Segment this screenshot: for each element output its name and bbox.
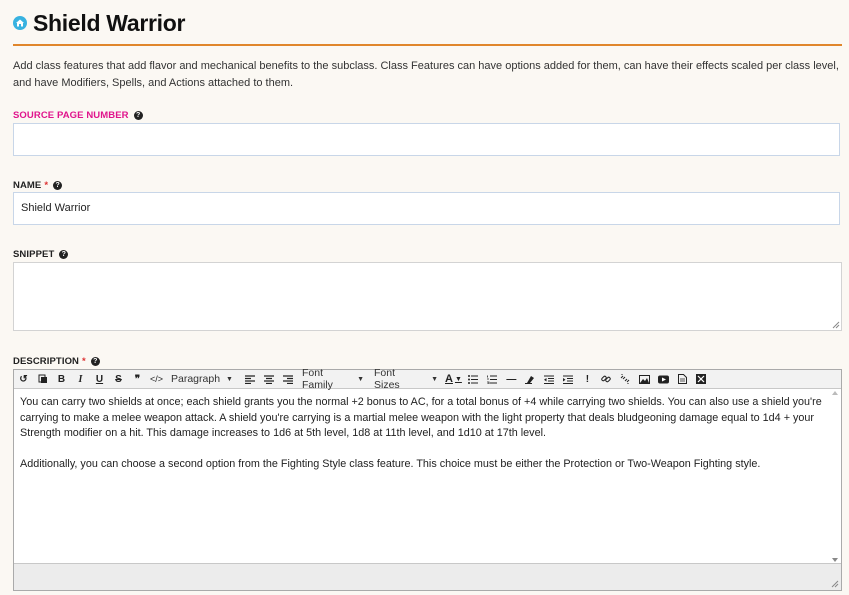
description-editor: ↺ B I U S ❞ </> Paragraph ▼ Font Family … [13, 367, 842, 591]
name-label-text: NAME [13, 180, 42, 191]
name-input[interactable]: Shield Warrior [13, 192, 840, 225]
help-icon[interactable]: ? [133, 111, 143, 120]
text-color-button[interactable]: A ▼ [443, 371, 464, 387]
page-title: Shield Warrior [33, 9, 186, 36]
link-icon[interactable] [597, 371, 616, 387]
strikethrough-button[interactable]: S [109, 371, 128, 387]
source-page-input[interactable] [13, 123, 840, 156]
paragraph-select-label: Paragraph [171, 373, 221, 385]
editor-scrollbar[interactable] [829, 389, 841, 564]
font-sizes-select-label: Font Sizes [374, 367, 400, 391]
undo-icon[interactable]: ↺ [14, 371, 33, 387]
font-sizes-select[interactable]: Font Sizes ▼ [369, 367, 443, 391]
numbered-list-icon[interactable] [483, 371, 502, 387]
indent-icon[interactable] [559, 371, 578, 387]
outdent-icon[interactable] [540, 371, 559, 387]
align-right-icon[interactable] [278, 371, 297, 387]
snippet-label: SNIPPET ? [13, 249, 69, 260]
important-button[interactable]: ! [578, 371, 597, 387]
name-label: NAME * ? [13, 180, 63, 191]
editor-toolbar: ↺ B I U S ❞ </> Paragraph ▼ Font Family … [14, 367, 841, 391]
resize-grip-icon[interactable] [831, 580, 839, 588]
underline-button[interactable]: U [90, 371, 109, 387]
description-paragraph: You can carry two shields at once; each … [20, 396, 822, 439]
paragraph-select[interactable]: Paragraph ▼ [166, 371, 240, 387]
font-family-select-label: Font Family [302, 367, 333, 391]
font-family-select[interactable]: Font Family ▼ [297, 367, 369, 391]
blockquote-button[interactable]: ❞ [128, 371, 147, 387]
paste-icon[interactable] [33, 371, 52, 387]
snippet-label-text: SNIPPET [13, 249, 55, 260]
italic-button[interactable]: I [71, 371, 90, 387]
caret-down-icon: ▼ [431, 375, 438, 383]
align-center-icon[interactable] [259, 371, 278, 387]
scroll-down-icon[interactable] [832, 558, 838, 562]
bold-button[interactable]: B [52, 371, 71, 387]
document-icon[interactable] [673, 371, 692, 387]
editor-statusbar [14, 563, 841, 590]
required-marker: * [44, 180, 49, 191]
header-divider [13, 44, 842, 46]
code-button[interactable]: </> [147, 371, 166, 387]
align-left-icon[interactable] [240, 371, 259, 387]
help-icon[interactable]: ? [90, 357, 100, 366]
description-label-text: DESCRIPTION [13, 356, 80, 367]
source-page-label: SOURCE PAGE NUMBER ? [13, 110, 143, 121]
caret-down-icon: ▼ [454, 375, 462, 383]
video-icon[interactable] [654, 371, 673, 387]
horizontal-rule-button[interactable]: — [502, 371, 521, 387]
required-marker: * [82, 356, 86, 367]
text-color-label: A [445, 373, 453, 385]
unlink-icon[interactable] [616, 371, 635, 387]
caret-down-icon: ▼ [226, 375, 233, 383]
image-icon[interactable] [635, 371, 654, 387]
resize-grip-icon[interactable] [832, 321, 840, 329]
snippet-textarea[interactable] [13, 262, 842, 331]
help-icon[interactable]: ? [53, 181, 63, 190]
bullet-list-icon[interactable] [464, 371, 483, 387]
page-header: Shield Warrior [13, 6, 842, 40]
help-icon[interactable]: ? [59, 250, 69, 259]
caret-down-icon: ▼ [357, 375, 364, 383]
eraser-icon[interactable] [521, 371, 540, 387]
source-page-label-text: SOURCE PAGE NUMBER [13, 110, 129, 121]
scroll-up-icon[interactable] [832, 391, 838, 395]
description-label: DESCRIPTION * ? [13, 356, 100, 367]
intro-text: Add class features that add flavor and m… [13, 60, 839, 89]
source-code-icon[interactable] [692, 371, 711, 387]
home-icon[interactable] [13, 16, 27, 30]
description-paragraph: Additionally, you can choose a second op… [20, 458, 761, 470]
description-content[interactable]: You can carry two shields at once; each … [14, 389, 829, 564]
